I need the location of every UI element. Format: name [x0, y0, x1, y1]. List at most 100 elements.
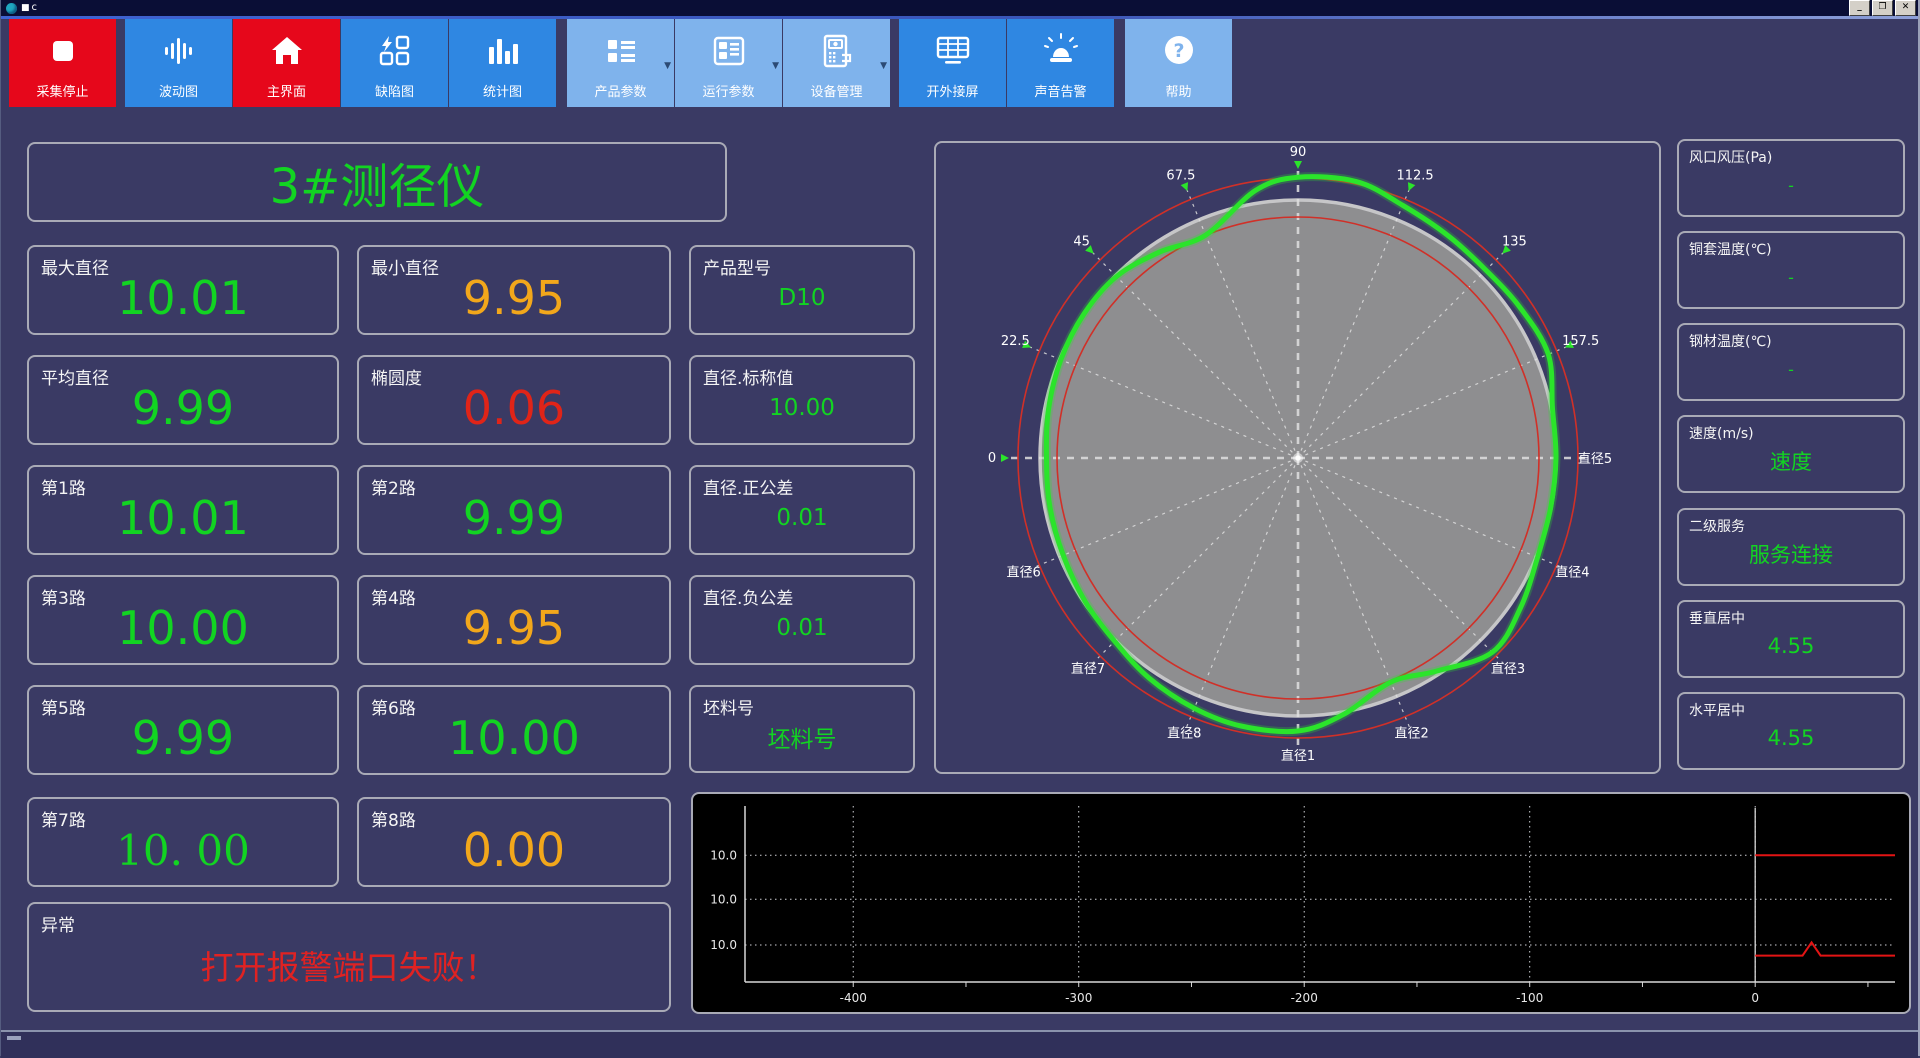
sidebar-value: 4.55 [1767, 726, 1815, 750]
stat-value: 9.99 [131, 381, 235, 435]
home-icon [233, 29, 340, 73]
chevron-down-icon: ▼ [772, 61, 779, 71]
svg-text:112.5: 112.5 [1396, 168, 1433, 183]
status-notch [7, 1036, 21, 1040]
svg-text:45: 45 [1073, 235, 1090, 250]
app-icon [6, 2, 17, 14]
stat-value: 9.95 [462, 271, 566, 325]
chevron-down-icon: ▼ [664, 61, 671, 71]
stat-channel-2: 第2路 9.99 [357, 465, 671, 555]
sidebar-value: - [1788, 175, 1794, 195]
stat-channel-5: 第5路 9.99 [27, 685, 339, 775]
stat-ovality: 椭圆度 0.06 [357, 355, 671, 445]
page-title: 3#测径仪 [269, 159, 485, 215]
toolbar-button-wave-chart[interactable]: 波动图 [125, 19, 232, 107]
stat-value: 0.06 [462, 381, 566, 435]
title-badge: ■ [21, 2, 30, 13]
stat-plus-tolerance: 直径.正公差 0.01 [689, 465, 915, 555]
svg-text:?: ? [1173, 40, 1184, 62]
svg-text:67.5: 67.5 [1166, 168, 1195, 183]
stat-value: D10 [778, 285, 826, 311]
sidebar-item-sleeve-temp: 铜套温度(℃) - [1677, 231, 1905, 309]
stat-channel-3: 第3路 10.00 [27, 575, 339, 665]
stat-billet-number: 坯料号 坯料号 [689, 685, 915, 773]
sidebar-item-speed: 速度(m/s) 速度 [1677, 415, 1905, 493]
svg-text:直径7: 直径7 [1071, 662, 1105, 677]
help-icon: ? [1125, 29, 1232, 73]
toolbar: 采集停止 波动图 主界面 缺陷图 统计图 产品参数 ▼ 运行参数 ▼ 设备管理 … [1, 19, 1918, 111]
svg-text:直径3: 直径3 [1491, 662, 1525, 677]
stop-icon [9, 29, 116, 73]
device-manage-icon [783, 29, 890, 73]
chevron-down-icon: ▼ [880, 61, 887, 71]
stat-value: 9.95 [462, 601, 566, 655]
toolbar-button-help[interactable]: ? 帮助 [1125, 19, 1232, 107]
window-title: c [31, 2, 38, 13]
stat-value: 0.01 [776, 505, 828, 531]
alarm-message: 打开报警端口失败！ [200, 948, 498, 987]
product-params-icon [567, 29, 674, 73]
defect-grid-icon [341, 29, 448, 73]
svg-text:22.5: 22.5 [1001, 334, 1030, 349]
toolbar-button-stop-acquisition[interactable]: 采集停止 [9, 19, 116, 107]
toolbar-button-product-params[interactable]: 产品参数 ▼ [567, 19, 674, 107]
stat-channel-1: 第1路 10.01 [27, 465, 339, 555]
svg-text:直径6: 直径6 [1006, 566, 1040, 581]
trend-panel: 10.0 10.0 10.0 -400 -300 -200 -100 0 [691, 792, 1911, 1014]
svg-text:90: 90 [1290, 145, 1307, 160]
toolbar-button-run-params[interactable]: 运行参数 ▼ [675, 19, 782, 107]
toolbar-button-external-screen[interactable]: 开外接屏 [899, 19, 1006, 107]
svg-text:135: 135 [1502, 235, 1527, 250]
toolbar-button-device-manage[interactable]: 设备管理 ▼ [783, 19, 890, 107]
waveform-icon [125, 29, 232, 73]
stat-value: 10.01 [117, 491, 249, 545]
stat-value: 0.01 [776, 615, 828, 641]
svg-text:-300: -300 [1065, 991, 1092, 1005]
siren-icon [1007, 29, 1114, 73]
stat-channel-8: 第8路 0.00 [357, 797, 671, 887]
svg-text:10.0: 10.0 [710, 848, 737, 862]
stat-value: 10.00 [448, 711, 580, 765]
stat-value: 0.00 [462, 823, 566, 877]
minimize-button[interactable]: _ [1849, 0, 1870, 16]
app-window: ■ c _ ❐ ✕ 采集停止 波动图 主界面 缺陷图 统计图 产品参数 ▼ 运行… [0, 0, 1920, 1058]
stat-max-diameter: 最大直径 10.01 [27, 245, 339, 335]
stat-value: 坯料号 [767, 727, 837, 753]
svg-text:直径8: 直径8 [1167, 726, 1201, 741]
restore-button[interactable]: ❐ [1872, 0, 1893, 16]
status-bar [1, 1030, 1918, 1058]
stat-value: 10.00 [117, 601, 249, 655]
roundness-polar-chart: 0 22.5 45 67.5 90 112.5 135 157.5 直径5 直径4 直径3 直径2 直径… [988, 145, 1612, 764]
sidebar-item-level2-service: 二级服务 服务连接 [1677, 508, 1905, 586]
svg-text:-200: -200 [1291, 991, 1318, 1005]
sidebar-item-air-pressure: 风口风压(Pa) - [1677, 139, 1905, 217]
stat-product-model: 产品型号 D10 [689, 245, 915, 335]
diameter-trend-chart: 10.0 10.0 10.0 -400 -300 -200 -100 0 [710, 806, 1895, 1005]
stat-channel-6: 第6路 10.00 [357, 685, 671, 775]
sidebar-item-horizontal-center: 水平居中 4.55 [1677, 692, 1905, 770]
stat-value: 9.99 [462, 491, 566, 545]
alarm-box: 异常 打开报警端口失败！ [27, 902, 671, 1012]
gauge-title-box: 3#测径仪 [27, 142, 727, 222]
toolbar-button-sound-alarm[interactable]: 声音告警 [1007, 19, 1114, 107]
svg-text:10.0: 10.0 [710, 938, 737, 952]
svg-text:10.0: 10.0 [710, 892, 737, 906]
sidebar-item-steel-temp: 钢材温度(℃) - [1677, 323, 1905, 401]
stat-channel-4: 第4路 9.95 [357, 575, 671, 665]
stat-value: 10.01 [117, 271, 249, 325]
svg-text:直径4: 直径4 [1555, 566, 1589, 581]
toolbar-button-defect-chart[interactable]: 缺陷图 [341, 19, 448, 107]
svg-text:-100: -100 [1516, 991, 1543, 1005]
stat-avg-diameter: 平均直径 9.99 [27, 355, 339, 445]
sidebar-item-vertical-center: 垂直居中 4.55 [1677, 600, 1905, 678]
stat-value: 10.00 [769, 395, 835, 421]
toolbar-button-statistics-chart[interactable]: 统计图 [449, 19, 556, 107]
stat-value: 9.99 [131, 711, 235, 765]
stat-min-diameter: 最小直径 9.95 [357, 245, 671, 335]
svg-text:0: 0 [1751, 991, 1759, 1005]
close-button[interactable]: ✕ [1895, 0, 1916, 16]
stat-channel-7: 第7路 10. 00 [27, 797, 339, 887]
toolbar-button-main-screen[interactable]: 主界面 [233, 19, 340, 107]
run-params-icon [675, 29, 782, 73]
svg-text:-400: -400 [840, 991, 867, 1005]
